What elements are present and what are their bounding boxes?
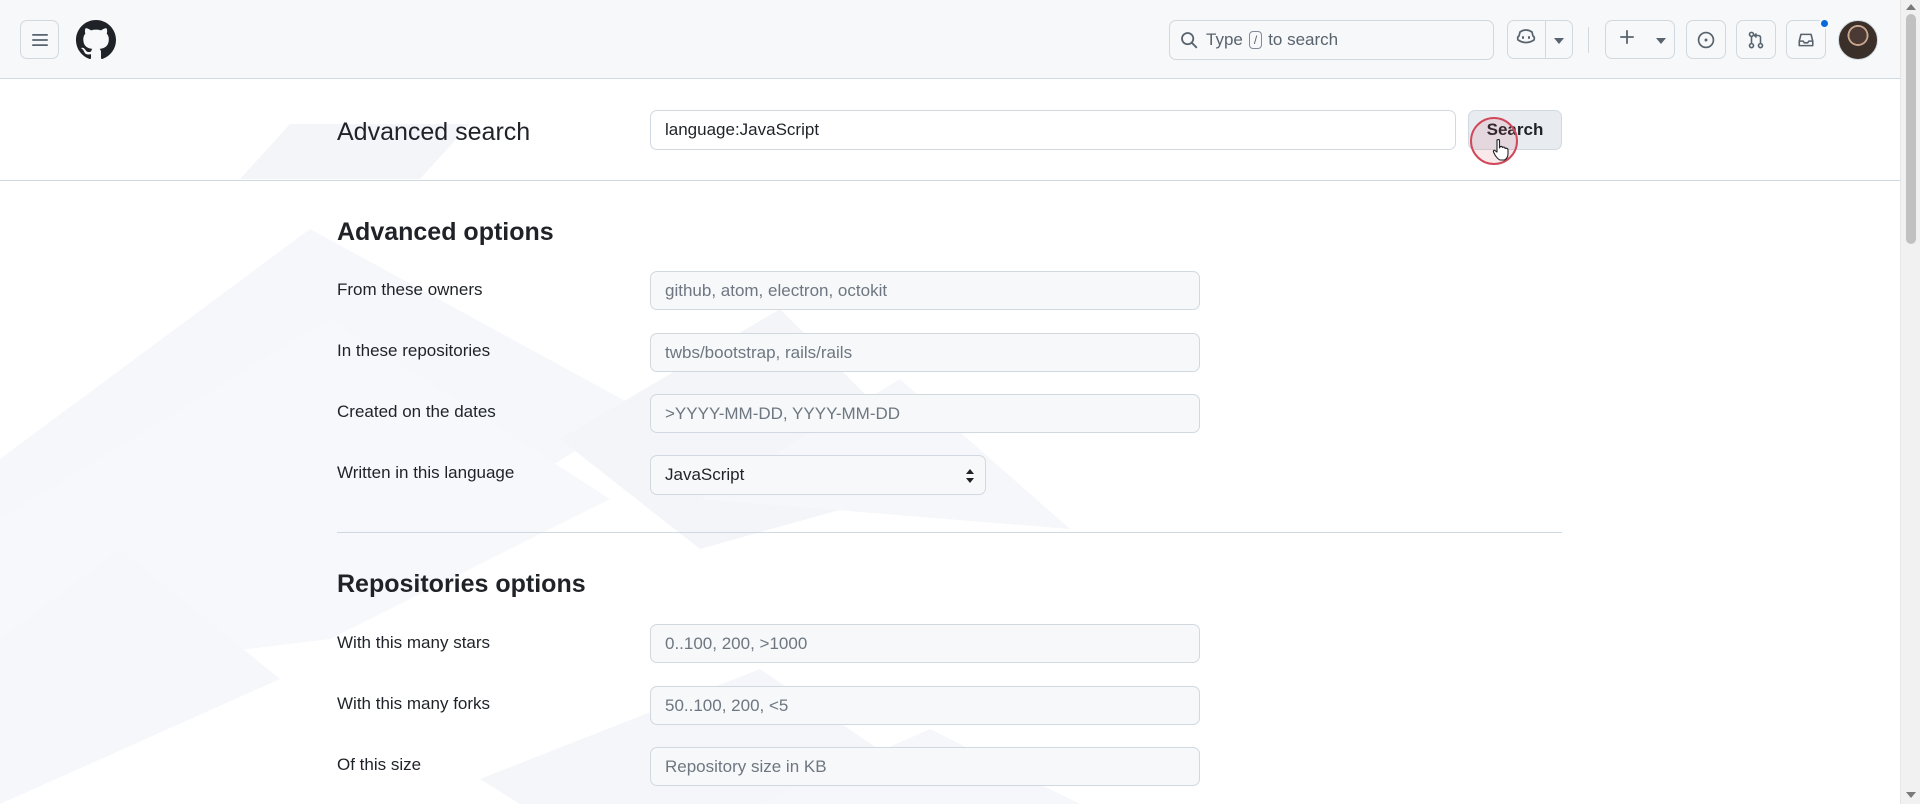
- chevron-down-icon: [1553, 31, 1564, 49]
- copilot-icon: [1516, 28, 1536, 51]
- scroll-up-arrow-icon[interactable]: [1906, 4, 1916, 10]
- search-icon: [1180, 31, 1198, 49]
- copilot-button[interactable]: [1508, 21, 1545, 58]
- language-select[interactable]: JavaScript: [650, 455, 986, 495]
- plus-icon: [1619, 29, 1635, 50]
- pull-requests-button[interactable]: [1736, 20, 1776, 59]
- github-logo-icon: [76, 20, 116, 64]
- copilot-menu-button[interactable]: [1546, 21, 1572, 58]
- create-new-button[interactable]: [1605, 20, 1675, 59]
- inbox-icon: [1797, 31, 1815, 49]
- advanced-options-heading: Advanced options: [337, 218, 554, 246]
- menu-button[interactable]: [20, 20, 59, 59]
- git-pull-request-icon: [1747, 31, 1765, 49]
- header-divider: [1588, 27, 1589, 53]
- forks-input[interactable]: [650, 686, 1200, 725]
- page-scrollbar[interactable]: [1900, 0, 1920, 804]
- created-dates-input[interactable]: [650, 394, 1200, 433]
- repositories-label: In these repositories: [337, 341, 491, 360]
- size-label: Of this size: [337, 755, 422, 774]
- search-hint-prefix: Type: [1206, 30, 1243, 49]
- stars-label: With this many stars: [337, 633, 491, 652]
- chevron-down-icon: [1656, 31, 1666, 49]
- global-header: Type / to search: [0, 0, 1900, 79]
- issue-opened-icon: [1697, 31, 1715, 49]
- stars-input[interactable]: [650, 624, 1200, 663]
- language-selected-value: JavaScript: [665, 465, 745, 484]
- user-avatar[interactable]: [1838, 20, 1878, 60]
- global-search-input[interactable]: Type / to search: [1169, 20, 1494, 60]
- repositories-options-heading: Repositories options: [337, 570, 586, 598]
- search-hint-suffix: to search: [1268, 30, 1339, 49]
- size-input[interactable]: [650, 747, 1200, 786]
- hamburger-icon: [31, 32, 49, 48]
- owners-input[interactable]: [650, 271, 1200, 310]
- select-arrows-icon: [965, 467, 975, 490]
- copilot-split-button: [1507, 20, 1573, 59]
- advanced-search-input[interactable]: [650, 110, 1456, 150]
- issues-button[interactable]: [1686, 20, 1726, 59]
- language-label: Written in this language: [337, 463, 515, 482]
- forks-label: With this many forks: [337, 694, 491, 713]
- advanced-search-bar: Advanced search Search: [0, 79, 1900, 181]
- created-dates-label: Created on the dates: [337, 402, 496, 421]
- scrollbar-thumb[interactable]: [1906, 14, 1916, 244]
- scroll-down-arrow-icon[interactable]: [1906, 792, 1916, 798]
- section-divider: [337, 532, 1562, 533]
- repositories-input[interactable]: [650, 333, 1200, 372]
- pointer-cursor-icon: [1492, 138, 1510, 166]
- owners-label: From these owners: [337, 280, 483, 299]
- notification-indicator: [1819, 18, 1830, 29]
- page-title: Advanced search: [337, 118, 531, 146]
- search-shortcut-key: /: [1248, 31, 1263, 49]
- github-home-link[interactable]: [76, 20, 116, 60]
